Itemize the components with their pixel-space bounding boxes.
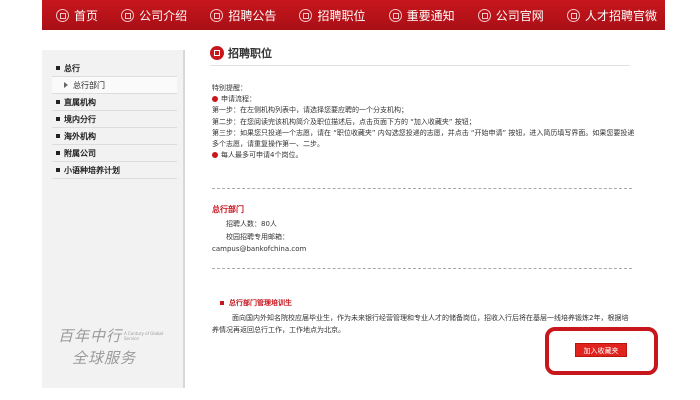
nav-item-label: 首页 (74, 8, 99, 23)
nav-item-label: 招聘职位 (317, 8, 366, 23)
boc-logo-icon (566, 8, 580, 22)
sidebar-item-domestic-branches[interactable]: 境内分行 (52, 111, 177, 128)
square-bullet-icon (220, 301, 224, 305)
sidebar-item-minor-languages[interactable]: 小语种培养计划 (52, 162, 177, 179)
notes-heading: 特别提醒： (212, 84, 247, 92)
nav-item-label: 招聘公告 (228, 8, 277, 23)
nav-item-label: 人才招聘官微 (584, 8, 657, 23)
dept-headcount: 招聘人数：80人 (226, 220, 277, 228)
triangle-right-icon (64, 82, 68, 88)
program-title: 总行部门管理培训生 (220, 298, 292, 308)
dept-email-label: 校园招聘专用邮箱： (226, 232, 289, 241)
sidebar-item-label: 总行部门 (73, 80, 105, 90)
add-to-favorites-button[interactable]: 加入收藏夹 (575, 343, 627, 357)
nav-item-label: 重要通知 (406, 8, 455, 23)
slogan-line-2: 全球服务 (72, 349, 137, 367)
slogan: 百年中行 全球服务 A Century of Global Service (58, 325, 168, 375)
boc-logo-icon (121, 8, 135, 22)
dept-email: campus@bankofchina.com (212, 245, 307, 253)
boc-logo-icon (210, 8, 224, 22)
nav-item-company-intro[interactable]: 公司介绍 (121, 7, 187, 24)
nav-item-announcements[interactable]: 招聘公告 (210, 7, 276, 24)
divider (210, 65, 630, 66)
sidebar-item-label: 境内分行 (64, 114, 96, 124)
notes-step-2: 第二步：在您阅读完该机构简介及职位描述后，点击页面下方的 “加入收藏夹” 按钮； (212, 117, 476, 126)
notes-flow-label: 申请流程： (212, 94, 637, 105)
dashed-divider (212, 188, 632, 189)
sidebar-item-label: 附属公司 (64, 148, 96, 158)
notes-step-3: 第三步：如果您只投递一个志愿，请在 “职位收藏夹” 内勾选您投递的志愿，并点击 … (212, 128, 635, 149)
boc-logo-icon (299, 8, 313, 22)
nav-item-wechat[interactable]: 人才招聘官微 (566, 7, 657, 24)
boc-logo-icon (388, 8, 402, 22)
sidebar-item-label: 总行 (64, 63, 80, 73)
nav-item-notices[interactable]: 重要通知 (388, 7, 455, 24)
sidebar-list: 总行 总行部门 直属机构 境内分行 海外机构 附属公司 小语种培养计划 (52, 60, 177, 179)
square-bullet-icon (56, 117, 60, 121)
nav-item-label: 公司介绍 (139, 8, 188, 23)
program-title-text: 总行部门管理培训生 (229, 299, 292, 307)
notes-limit: 每人最多可申请4个岗位。 (212, 150, 637, 161)
boc-logo-icon (477, 8, 491, 22)
nav-item-home[interactable]: 首页 (56, 7, 98, 24)
nav-item-label: 公司官网 (495, 8, 544, 23)
slogan-line-1: 百年中行 (58, 327, 123, 345)
sidebar-item-label: 直属机构 (64, 97, 96, 107)
notes-step-1: 第一步：在左侧机构列表中，请选择您要应聘的一个分支机构； (212, 106, 408, 115)
dept-title: 总行部门 (212, 205, 244, 214)
top-nav: 首页 公司介绍 招聘公告 招聘职位 重要通知 公司官网 人才招聘官微 (42, 0, 665, 30)
square-bullet-icon (56, 151, 60, 155)
sidebar-item-label: 海外机构 (64, 131, 96, 141)
square-bullet-icon (56, 168, 60, 172)
boc-logo-icon (56, 8, 69, 22)
square-bullet-icon (56, 134, 60, 138)
page-title: 招聘职位 (210, 45, 272, 61)
boc-logo-icon (210, 46, 224, 60)
sidebar-item-label: 小语种培养计划 (64, 165, 120, 175)
sidebar-item-subsidiaries[interactable]: 附属公司 (52, 145, 177, 162)
sidebar-item-head-office[interactable]: 总行 (52, 60, 177, 77)
sidebar-item-direct-institutions[interactable]: 直属机构 (52, 94, 177, 111)
dashed-divider (212, 268, 632, 269)
sidebar-item-overseas[interactable]: 海外机构 (52, 128, 177, 145)
nav-item-positions[interactable]: 招聘职位 (299, 7, 365, 24)
nav-item-official-site[interactable]: 公司官网 (477, 7, 544, 24)
dept-info: 招聘人数：80人 校园招聘专用邮箱： campus@bankofchina.co… (212, 218, 306, 256)
slogan-english: A Century of Global Service (124, 331, 164, 341)
sidebar-item-head-office-depts[interactable]: 总行部门 (52, 77, 177, 94)
square-bullet-icon (56, 66, 60, 70)
sidebar: 总行 总行部门 直属机构 境内分行 海外机构 附属公司 小语种培养计划 百年中行… (42, 50, 185, 388)
page-title-text: 招聘职位 (228, 47, 272, 60)
application-notes: 特别提醒： 申请流程： 第一步：在左侧机构列表中，请选择您要应聘的一个分支机构；… (212, 83, 637, 161)
square-bullet-icon (56, 100, 60, 104)
